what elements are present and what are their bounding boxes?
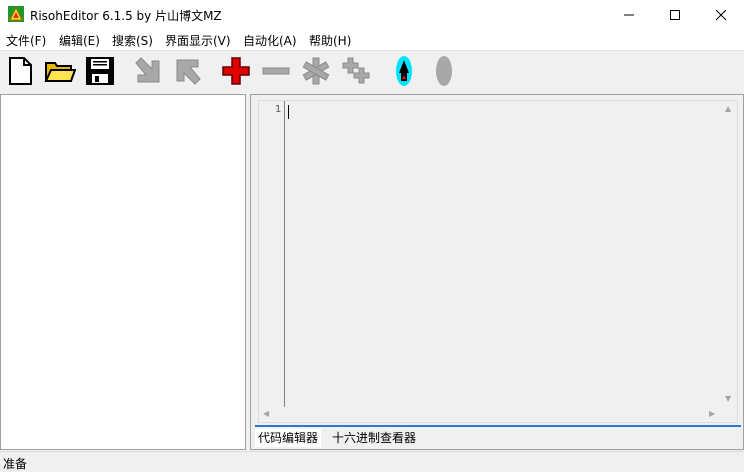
menu-edit[interactable]: 编辑(E): [59, 32, 100, 49]
menu-automation[interactable]: 自动化(A): [243, 32, 297, 49]
scroll-right-icon[interactable]: ▶: [709, 410, 715, 418]
risoh-editor-icon: [8, 6, 24, 22]
close-icon: [716, 9, 726, 20]
delete-button[interactable]: [260, 55, 292, 87]
title-bar: RisohEditor 6.1.5 by 片山博文MZ: [0, 0, 744, 29]
scroll-up-icon[interactable]: ▲: [725, 105, 731, 113]
export-button[interactable]: [172, 55, 204, 87]
copy-button[interactable]: [340, 55, 372, 87]
editor-tabs: 代码编辑器 十六进制查看器: [255, 425, 741, 449]
compile-icon: [388, 55, 420, 87]
minimize-icon: [624, 10, 634, 20]
resource-tree[interactable]: [0, 94, 246, 450]
minimize-button[interactable]: [606, 0, 652, 29]
export-icon: [172, 55, 204, 87]
horizontal-scrollbar[interactable]: ◀ ▶: [259, 407, 721, 422]
copy-icon: [340, 55, 372, 87]
toolbar: [0, 51, 744, 93]
delete-icon: [260, 55, 292, 87]
vertical-scrollbar[interactable]: ▲ ▼: [721, 101, 737, 407]
line-number-gutter: 1: [259, 101, 285, 407]
save-button[interactable]: [84, 55, 116, 87]
line-number: 1: [275, 104, 282, 115]
maximize-button[interactable]: [652, 0, 698, 29]
new-button[interactable]: [4, 55, 36, 87]
open-button[interactable]: [44, 55, 76, 87]
code-editor[interactable]: 1 ▲ ▼ ◀ ▶: [258, 100, 738, 423]
status-bar: 准备: [0, 451, 744, 472]
compile-button[interactable]: [388, 55, 420, 87]
add-button[interactable]: [220, 55, 252, 87]
test-icon: [428, 55, 460, 87]
maximize-icon: [670, 9, 680, 20]
scroll-down-icon[interactable]: ▼: [725, 395, 731, 403]
text-caret: [288, 105, 289, 119]
window-title: RisohEditor 6.1.5 by 片山博文MZ: [30, 9, 222, 23]
test-button[interactable]: [428, 55, 460, 87]
import-button[interactable]: [132, 55, 164, 87]
clone-button[interactable]: [300, 55, 332, 87]
clone-icon: [300, 55, 332, 87]
status-text: 准备: [3, 457, 28, 471]
menu-view[interactable]: 界面显示(V): [165, 32, 231, 49]
menu-help[interactable]: 帮助(H): [309, 32, 351, 49]
tab-hex-viewer[interactable]: 十六进制查看器: [329, 429, 419, 447]
import-icon: [132, 55, 164, 87]
menu-file[interactable]: 文件(F): [6, 32, 46, 49]
menu-search[interactable]: 搜索(S): [112, 32, 153, 49]
close-button[interactable]: [698, 0, 744, 29]
add-icon: [220, 55, 252, 87]
menu-bar: 文件(F) 编辑(E) 搜索(S) 界面显示(V) 自动化(A) 帮助(H): [0, 29, 744, 51]
save-icon: [84, 55, 116, 87]
open-folder-icon: [44, 55, 76, 87]
tab-code-editor[interactable]: 代码编辑器: [255, 429, 322, 447]
editor-pane: 1 ▲ ▼ ◀ ▶ 代码编辑器 十六进制查看器: [250, 94, 744, 450]
scroll-left-icon[interactable]: ◀: [263, 410, 269, 418]
new-file-icon: [4, 55, 36, 87]
